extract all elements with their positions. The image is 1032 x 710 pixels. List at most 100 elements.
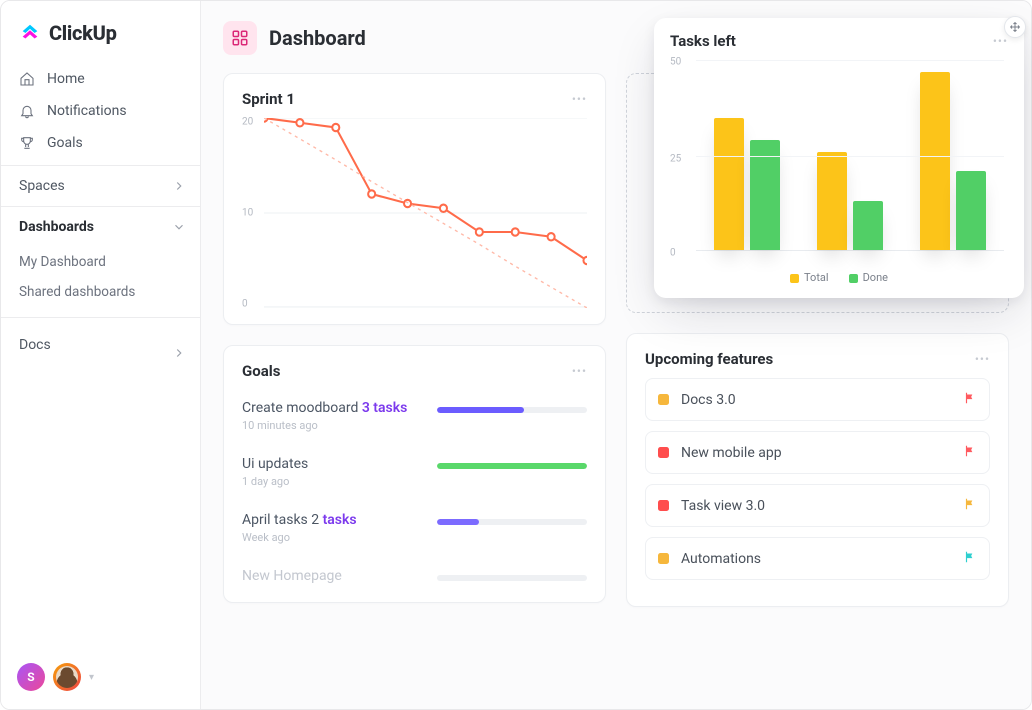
goal-title: Ui updates — [242, 456, 421, 472]
y-axis: 20 10 0 — [242, 118, 262, 308]
user-avatar[interactable] — [53, 663, 81, 691]
goals-list: Create moodboard 3 tasks 10 minutes ago Ui… — [242, 390, 587, 598]
bar-total — [817, 152, 847, 250]
sidebar: ClickUp Home Notifications Goals — [1, 1, 201, 709]
section-label: Dashboards — [19, 219, 94, 235]
goal-meta: 10 minutes ago — [242, 419, 421, 432]
sidebar-item-my-dashboard[interactable]: My Dashboard — [1, 247, 200, 277]
goal-row[interactable]: New Homepage — [242, 558, 587, 598]
goal-title: April tasks 2 tasks — [242, 512, 421, 528]
card-menu-button[interactable]: ••• — [572, 364, 587, 378]
sidebar-footer: S ▾ — [1, 649, 200, 709]
goal-progress — [437, 575, 587, 581]
feature-label: Automations — [681, 551, 951, 567]
features-list: Docs 3.0 New mobile app Task view 3.0 Autom… — [645, 378, 990, 580]
card-title: Goals — [242, 362, 280, 380]
bar-total — [920, 72, 950, 250]
bar-group — [920, 61, 986, 250]
card-sprint: Sprint 1 ••• 20 10 0 — [223, 73, 606, 325]
section-spaces: Spaces — [1, 165, 200, 206]
flag-icon — [963, 390, 977, 409]
feature-row[interactable]: New mobile app — [645, 431, 990, 474]
goal-row[interactable]: April tasks 2 tasks Week ago — [242, 502, 587, 558]
brand[interactable]: ClickUp — [1, 1, 200, 63]
y-tick: 50 — [670, 57, 681, 68]
workspace-avatar[interactable]: S — [17, 663, 45, 691]
goal-row[interactable]: Create moodboard 3 tasks 10 minutes ago — [242, 390, 587, 446]
chevron-down-icon — [172, 220, 186, 234]
clickup-logo-icon — [19, 22, 41, 44]
primary-nav: Home Notifications Goals — [1, 63, 200, 165]
section-header-dashboards[interactable]: Dashboards — [1, 207, 200, 247]
goal-info: New Homepage — [242, 568, 421, 584]
section-header-docs[interactable]: Docs — [1, 318, 200, 372]
dashboard-icon — [223, 21, 257, 55]
flag-icon — [963, 496, 977, 515]
feature-label: New mobile app — [681, 445, 951, 461]
sprint-burndown-chart: 20 10 0 — [242, 118, 587, 308]
y-tick: 0 — [242, 299, 248, 310]
status-dot — [658, 394, 669, 405]
card-tasks-left[interactable]: Tasks left ••• 50 25 0 Total Done — [654, 18, 1024, 298]
card-title: Sprint 1 — [242, 90, 295, 108]
dashboards-items: My Dashboard Shared dashboards — [1, 247, 200, 317]
goal-progress — [437, 519, 587, 525]
feature-label: Docs 3.0 — [681, 392, 951, 408]
goal-meta: 1 day ago — [242, 475, 421, 488]
goal-progress — [437, 407, 587, 413]
bar-done — [956, 171, 986, 250]
card-menu-button[interactable]: ••• — [975, 352, 990, 366]
card-goals: Goals ••• Create moodboard 3 tasks 10 min… — [223, 345, 606, 603]
feature-row[interactable]: Task view 3.0 — [645, 484, 990, 527]
feature-row[interactable]: Automations — [645, 537, 990, 580]
section-dashboards: Dashboards My Dashboard Shared dashboard… — [1, 206, 200, 317]
chevron-right-icon — [172, 346, 186, 360]
goal-title: New Homepage — [242, 568, 421, 584]
status-dot — [658, 500, 669, 511]
home-icon — [19, 71, 35, 87]
section-label: Docs — [19, 337, 51, 353]
card-title: Tasks left — [670, 32, 736, 50]
move-handle-icon[interactable] — [1004, 16, 1026, 38]
legend-item-done: Done — [849, 271, 888, 284]
trophy-icon — [19, 135, 35, 151]
chart-legend: Total Done — [670, 261, 1008, 284]
chevron-right-icon — [172, 179, 186, 193]
y-tick: 10 — [242, 208, 253, 219]
feature-label: Task view 3.0 — [681, 498, 951, 514]
section-label: Spaces — [19, 178, 65, 194]
nav-goals[interactable]: Goals — [1, 127, 200, 159]
section-header-spaces[interactable]: Spaces — [1, 166, 200, 206]
bar-group — [817, 61, 883, 250]
nav-notifications[interactable]: Notifications — [1, 95, 200, 127]
y-tick: 25 — [670, 153, 681, 164]
nav-home[interactable]: Home — [1, 63, 200, 95]
goal-row[interactable]: Ui updates 1 day ago — [242, 446, 587, 502]
status-dot — [658, 553, 669, 564]
page-title: Dashboard — [269, 26, 366, 50]
bar-done — [750, 140, 780, 250]
bell-icon — [19, 103, 35, 119]
y-tick: 20 — [242, 116, 253, 127]
grid-col-left: Sprint 1 ••• 20 10 0 — [223, 73, 606, 607]
y-tick: 0 — [670, 247, 676, 258]
card-menu-button[interactable]: ••• — [572, 92, 587, 106]
section-docs: Docs — [1, 317, 200, 372]
sprint-svg — [264, 118, 587, 308]
goal-meta: Week ago — [242, 531, 421, 544]
status-dot — [658, 447, 669, 458]
brand-name: ClickUp — [49, 21, 117, 45]
bar-total — [714, 118, 744, 250]
sidebar-item-shared-dashboards[interactable]: Shared dashboards — [1, 277, 200, 307]
card-menu-button[interactable]: ••• — [993, 34, 1008, 48]
feature-row[interactable]: Docs 3.0 — [645, 378, 990, 421]
nav-label: Goals — [47, 135, 83, 151]
goal-title: Create moodboard 3 tasks — [242, 400, 421, 416]
tasks-left-chart: 50 25 0 — [670, 56, 1008, 261]
nav-label: Notifications — [47, 103, 127, 119]
card-upcoming-features: Upcoming features ••• Docs 3.0 New mobile… — [626, 333, 1009, 607]
goal-info: April tasks 2 tasks Week ago — [242, 512, 421, 544]
legend-item-total: Total — [790, 271, 829, 284]
chevron-down-icon[interactable]: ▾ — [89, 672, 94, 683]
card-title: Upcoming features — [645, 350, 773, 368]
